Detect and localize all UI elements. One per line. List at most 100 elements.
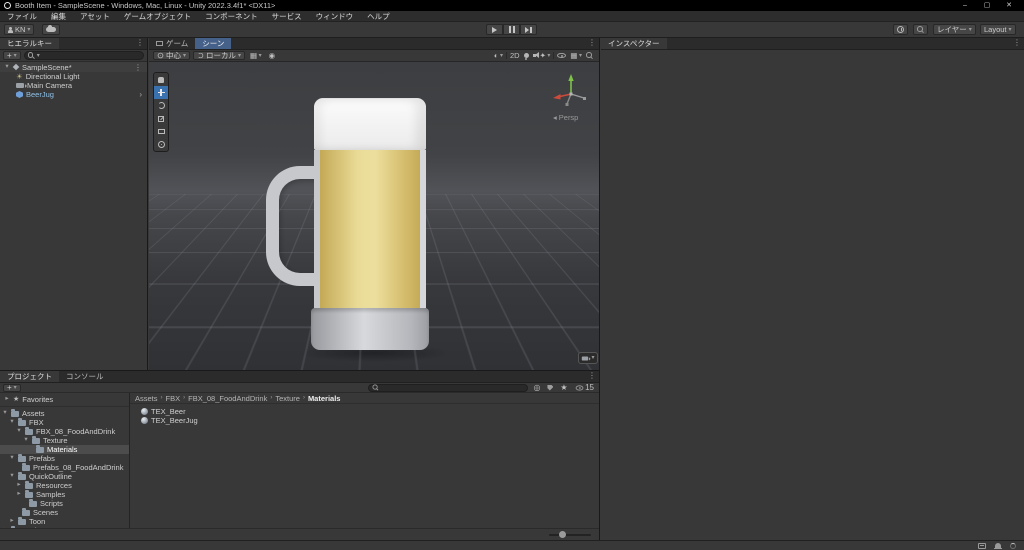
scene-search-button[interactable] (584, 52, 595, 59)
scene-menu-icon[interactable]: ⋮ (131, 63, 145, 72)
tree-item-scripts[interactable]: Scripts (0, 499, 129, 508)
step-button[interactable] (520, 24, 537, 35)
breadcrumb-item[interactable]: FBX (166, 394, 181, 403)
handle-position-dropdown[interactable]: 中心 ▾ (153, 51, 191, 60)
gizmos-dropdown[interactable]: ▦ ▾ (568, 51, 584, 60)
foldout-closed-icon[interactable]: ▸ (16, 491, 22, 498)
menu-help[interactable]: ヘルプ (360, 11, 397, 22)
account-dropdown[interactable]: KN ▾ (4, 24, 35, 35)
rect-tool-button[interactable] (154, 125, 168, 138)
scene-visibility-toggle[interactable] (555, 52, 568, 59)
snap-toggle[interactable]: ◉ (267, 51, 278, 60)
foldout-open-icon[interactable]: ▾ (9, 473, 15, 480)
tree-item-fbx-08-foodanddrink[interactable]: ▾ FBX_08_FoodAndDrink (0, 427, 129, 436)
rotate-tool-button[interactable] (154, 99, 168, 112)
breadcrumb-item-current[interactable]: Materials (308, 394, 341, 403)
tab-game[interactable]: ゲーム (149, 38, 195, 49)
menu-file[interactable]: ファイル (0, 11, 44, 22)
console-message-icon[interactable] (978, 542, 986, 549)
tree-item-prefabs-08-foodanddrink[interactable]: Prefabs_08_FoodAndDrink (0, 463, 129, 472)
scale-tool-button[interactable] (154, 112, 168, 125)
search-button[interactable] (913, 24, 928, 35)
effects-dropdown[interactable]: ✦ ▾ (538, 51, 553, 60)
maximize-button[interactable]: ▢ (976, 0, 998, 11)
foldout-open-icon[interactable]: ▾ (9, 419, 15, 426)
search-by-label-button[interactable] (545, 384, 555, 391)
tree-item-resources[interactable]: ▸ Resources (0, 481, 129, 490)
create-object-button[interactable]: + ▾ (3, 51, 21, 60)
close-button[interactable]: ✕ (998, 0, 1020, 11)
panel-menu-icon[interactable]: ⋮ (1010, 38, 1024, 49)
tree-item-favorites[interactable]: ▸ ★ Favorites (0, 395, 129, 404)
create-asset-button[interactable]: + ▾ (3, 383, 21, 392)
asset-item-tex-beerjug[interactable]: TEX_BeerJug (137, 416, 599, 425)
breadcrumb-item[interactable]: Assets (135, 394, 158, 403)
draw-mode-dropdown[interactable]: ◐ ▾ (492, 51, 505, 60)
layout-dropdown[interactable]: Layout ▾ (980, 24, 1016, 35)
slider-thumb[interactable] (559, 531, 566, 538)
foldout-open-icon[interactable]: ▾ (23, 437, 29, 444)
cloud-services-button[interactable] (42, 24, 60, 35)
tree-item-scenes[interactable]: Scenes (0, 508, 129, 517)
foldout-open-icon[interactable]: ▾ (4, 63, 10, 71)
pause-button[interactable] (503, 24, 520, 35)
tab-project[interactable]: プロジェクト (0, 371, 59, 382)
menu-services[interactable]: サービス (265, 11, 309, 22)
foldout-open-icon[interactable]: ▾ (16, 428, 22, 435)
menu-edit[interactable]: 編集 (44, 11, 73, 22)
2d-toggle[interactable]: 2D (508, 51, 522, 60)
scene-viewport[interactable]: ◂ Persp ▾ (149, 62, 599, 370)
menu-window[interactable]: ウィンドウ (309, 11, 361, 22)
tab-console[interactable]: コンソール (59, 371, 111, 382)
tree-item-prefabs[interactable]: ▾ Prefabs (0, 454, 129, 463)
menu-component[interactable]: コンポーネント (198, 11, 265, 22)
prefab-expand-icon[interactable]: › (136, 90, 145, 99)
transform-tool-button[interactable] (154, 138, 168, 151)
tree-item-fbx[interactable]: ▾ FBX (0, 418, 129, 427)
menu-assets[interactable]: アセット (73, 11, 117, 22)
panel-menu-icon[interactable]: ⋮ (585, 38, 599, 49)
breadcrumb-item[interactable]: FBX_08_FoodAndDrink (188, 394, 267, 403)
panel-menu-icon[interactable]: ⋮ (133, 38, 147, 49)
foldout-closed-icon[interactable]: ▸ (16, 482, 22, 489)
hierarchy-search-input[interactable]: ▾ (23, 51, 144, 60)
hidden-packages-toggle[interactable]: 15 (573, 383, 596, 392)
search-by-type-button[interactable]: ◎ (531, 383, 542, 392)
orientation-gizmo[interactable] (549, 70, 593, 116)
icon-size-slider[interactable] (549, 531, 591, 538)
scene-header-row[interactable]: ▾ SampleScene* ⋮ (0, 62, 147, 72)
breadcrumb-item[interactable]: Texture (275, 394, 300, 403)
lighting-toggle[interactable] (522, 53, 531, 60)
panel-menu-icon[interactable]: ⋮ (585, 371, 599, 382)
undo-history-button[interactable] (893, 24, 908, 35)
tab-scene[interactable]: シーン (195, 38, 232, 49)
tab-inspector[interactable]: インスペクター (601, 38, 667, 49)
play-button[interactable] (486, 24, 503, 35)
tree-item-toon[interactable]: ▸ Toon (0, 517, 129, 526)
layers-dropdown[interactable]: レイヤー ▾ (933, 24, 976, 35)
save-search-button[interactable]: ★ (558, 383, 569, 392)
asset-item-tex-beer[interactable]: TEX_Beer (137, 407, 599, 416)
beerjug-3d-object[interactable] (314, 150, 426, 308)
beerjug-foam[interactable] (314, 98, 426, 150)
projection-mode-button[interactable]: ◂ Persp (553, 113, 578, 122)
tree-item-materials[interactable]: Materials (0, 445, 129, 454)
beerjug-base[interactable] (311, 308, 429, 350)
tree-item-assets[interactable]: ▾ Assets (0, 409, 129, 418)
audio-toggle[interactable] (531, 51, 539, 59)
foldout-open-icon[interactable]: ▾ (2, 410, 8, 417)
tree-item-samples[interactable]: ▸ Samples (0, 490, 129, 499)
hierarchy-item-beerjug[interactable]: BeerJug › (0, 90, 147, 99)
view-tool-button[interactable] (154, 73, 168, 86)
minimize-button[interactable]: – (954, 0, 976, 11)
hierarchy-item-main-camera[interactable]: Main Camera (0, 81, 147, 90)
grid-snap-dropdown[interactable]: ▦ ▾ (248, 51, 264, 60)
background-activity-icon[interactable] (1010, 542, 1016, 549)
project-search-input[interactable] (368, 383, 529, 392)
tree-item-quickoutline[interactable]: ▾ QuickOutline (0, 472, 129, 481)
foldout-closed-icon[interactable]: ▸ (9, 518, 15, 525)
tree-item-texture[interactable]: ▾ Texture (0, 436, 129, 445)
move-tool-button[interactable] (154, 86, 168, 99)
menu-gameobject[interactable]: ゲームオブジェクト (117, 11, 198, 22)
camera-overlay-button[interactable]: ▾ (578, 352, 598, 364)
